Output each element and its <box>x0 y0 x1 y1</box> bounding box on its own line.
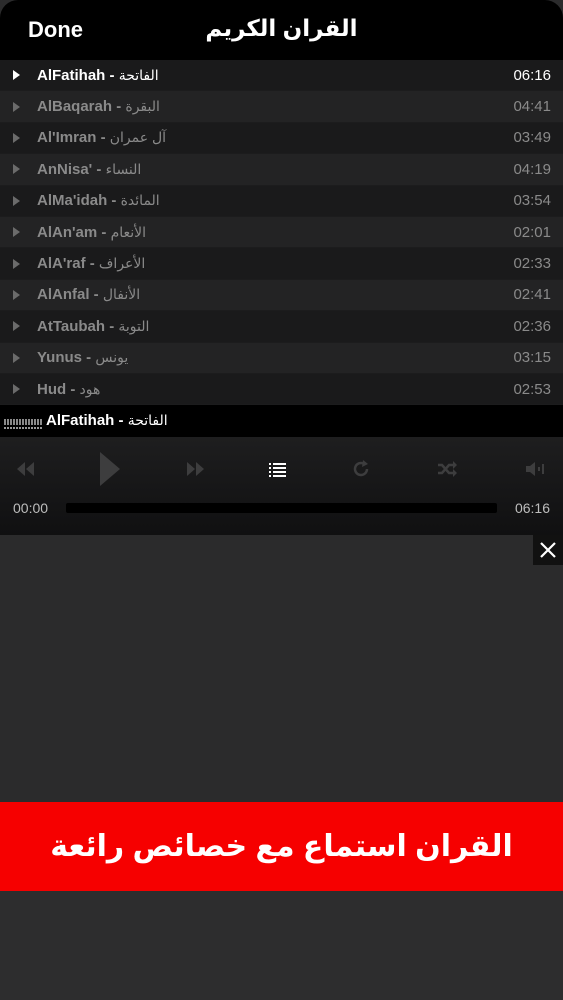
track-duration: 06:16 <box>513 66 551 84</box>
play-arrow-icon <box>13 352 20 363</box>
track-name: AlFatihah <box>37 66 106 84</box>
repeat-icon[interactable] <box>351 459 381 479</box>
track-row[interactable]: AlMa'idah - المائدة 03:54 <box>0 185 563 217</box>
track-row[interactable]: AnNisa' - النساء 04:19 <box>0 154 563 186</box>
ad-banner[interactable]: القران استماع مع خصائص رائعة <box>0 802 563 891</box>
page-title: القران الكريم <box>205 15 358 41</box>
rewind-icon[interactable] <box>14 459 44 479</box>
track-name: Hud <box>37 380 67 398</box>
play-arrow-icon <box>13 384 20 395</box>
now-playing-name: AlFatihah <box>46 412 115 429</box>
track-arabic-name: هود <box>79 380 101 397</box>
track-list: AlFatihah - الفاتحة 06:16 AlBaqarah - البق… <box>0 60 563 406</box>
play-arrow-icon <box>13 289 20 300</box>
track-name: AnNisa' <box>37 160 93 178</box>
track-name: AlBaqarah <box>37 98 113 116</box>
track-arabic-name: المائدة <box>120 192 160 209</box>
track-row[interactable]: Al'Imran - آل عمران 03:49 <box>0 122 563 155</box>
shuffle-icon[interactable] <box>436 459 466 479</box>
track-name: Yunus <box>37 349 83 367</box>
track-arabic-name: الفاتحة <box>118 66 159 83</box>
track-name: AlMa'idah <box>37 192 108 210</box>
track-arabic-name: التوبة <box>118 317 150 334</box>
track-arabic-name: الأنعام <box>110 223 147 240</box>
track-row[interactable]: Hud - هود 02:53 <box>0 373 563 406</box>
close-ad-button[interactable] <box>533 535 563 565</box>
track-arabic-name: آل عمران <box>109 129 167 146</box>
track-title: AlMa'idah - المائدة <box>37 192 160 210</box>
equalizer-icon <box>4 419 42 425</box>
track-duration: 04:41 <box>513 98 551 116</box>
progress-bar[interactable] <box>66 503 497 513</box>
track-name: Al'Imran <box>37 129 97 147</box>
play-arrow-icon <box>13 164 20 175</box>
play-arrow-icon <box>13 321 20 332</box>
ad-banner-text: القران استماع مع خصائص رائعة <box>50 830 513 863</box>
track-title: Yunus - يونس <box>37 349 129 367</box>
track-row[interactable]: AlAn'am - الأنعام 02:01 <box>0 216 563 249</box>
play-arrow-icon <box>13 258 20 269</box>
track-duration: 02:01 <box>513 223 551 241</box>
now-playing-bar: AlFatihah - الفاتحة <box>0 405 563 437</box>
player-screen: Done القران الكريم AlFatihah - الفاتحة 06… <box>0 0 563 1000</box>
track-title: AlAn'am - الأنعام <box>37 223 147 241</box>
track-duration: 03:49 <box>513 129 551 147</box>
track-name: AlA'raf <box>37 255 86 273</box>
track-duration: 02:41 <box>513 286 551 304</box>
track-title: AlBaqarah - البقرة <box>37 98 160 116</box>
track-title: Al'Imran - آل عمران <box>37 129 167 147</box>
track-row[interactable]: AlBaqarah - البقرة 04:41 <box>0 91 563 123</box>
track-title: Hud - هود <box>37 380 101 398</box>
track-arabic-name: الأنفال <box>102 286 141 303</box>
equalizer-base <box>4 427 42 429</box>
track-duration: 04:19 <box>513 160 551 178</box>
now-playing-title: AlFatihah - الفاتحة <box>46 412 168 429</box>
track-title: AlAnfal - الأنفال <box>37 286 141 304</box>
play-arrow-icon <box>13 101 20 112</box>
track-name: AtTaubah <box>37 317 106 335</box>
track-title: AlFatihah - الفاتحة <box>37 66 159 84</box>
track-title: AlA'raf - الأعراف <box>37 255 146 273</box>
track-arabic-name: يونس <box>95 349 129 366</box>
play-icon[interactable] <box>98 449 124 489</box>
track-duration: 02:33 <box>513 255 551 273</box>
play-arrow-icon <box>13 132 20 143</box>
track-name: AlAnfal <box>37 286 90 304</box>
navigation-bar: Done القران الكريم <box>0 0 563 60</box>
track-title: AtTaubah - التوبة <box>37 317 150 335</box>
play-arrow-icon <box>13 70 20 81</box>
track-duration: 03:54 <box>513 192 551 210</box>
track-row[interactable]: AlFatihah - الفاتحة 06:16 <box>0 60 563 92</box>
track-arabic-name: الأعراف <box>98 255 146 272</box>
elapsed-time: 00:00 <box>13 500 49 516</box>
track-duration: 02:53 <box>513 380 551 398</box>
track-arabic-name: البقرة <box>125 98 160 115</box>
track-row[interactable]: AlAnfal - الأنفال 02:41 <box>0 279 563 312</box>
play-arrow-icon <box>13 195 20 206</box>
playlist-icon[interactable] <box>268 459 298 479</box>
play-arrow-icon <box>13 227 20 238</box>
close-icon <box>540 542 556 558</box>
track-title: AnNisa' - النساء <box>37 160 142 178</box>
track-duration: 03:15 <box>513 349 551 367</box>
now-playing-arabic: الفاتحة <box>127 412 168 428</box>
track-row[interactable]: AlA'raf - الأعراف 02:33 <box>0 248 563 280</box>
fast-forward-icon[interactable] <box>183 459 213 479</box>
track-duration: 02:36 <box>513 317 551 335</box>
track-row[interactable]: AtTaubah - التوبة 02:36 <box>0 311 563 343</box>
total-time: 06:16 <box>514 500 550 516</box>
track-name: AlAn'am <box>37 223 98 241</box>
bottom-area <box>0 891 563 1000</box>
volume-icon[interactable] <box>525 459 555 479</box>
track-arabic-name: النساء <box>105 160 142 177</box>
player-controls: 00:00 06:16 <box>0 437 563 535</box>
track-row[interactable]: Yunus - يونس 03:15 <box>0 342 563 374</box>
